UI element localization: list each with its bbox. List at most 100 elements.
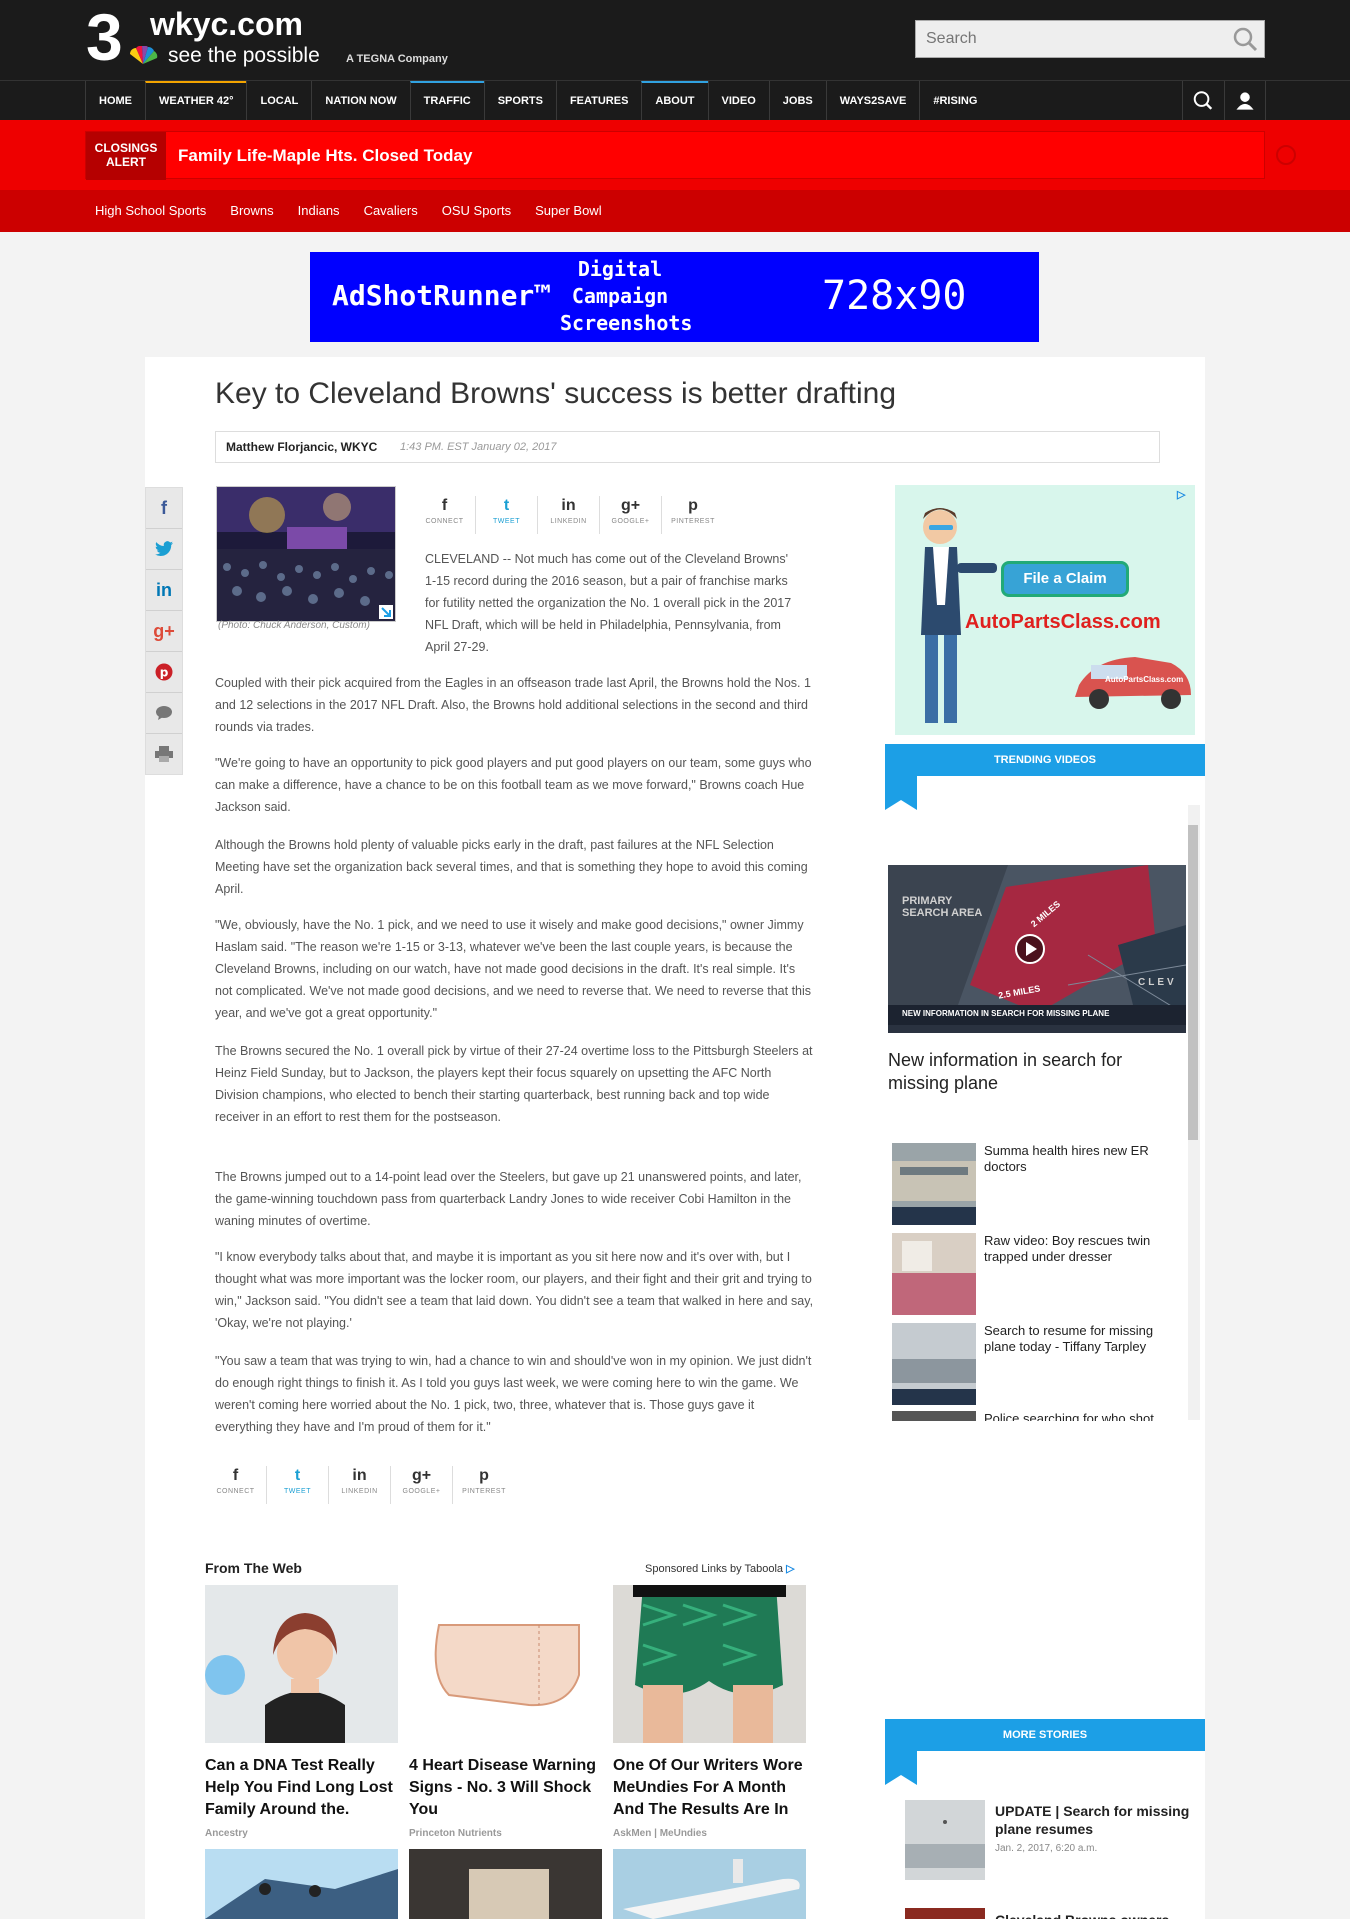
subnav-item-indians[interactable]: Indians: [286, 190, 352, 232]
alert-badge-line2: ALERT: [106, 155, 146, 169]
site-header: 3 wkyc.com see the possible A TEGNA Comp…: [0, 0, 1350, 80]
trending-scrollbar[interactable]: [1188, 805, 1200, 1420]
nav-item-ways2save[interactable]: WAYS2SAVE: [825, 81, 920, 121]
share-twitter-button[interactable]: t TWEET: [476, 496, 538, 534]
ad-text: Digital Campaign Screenshots: [560, 256, 693, 337]
ad-line-2: Campaign: [571, 284, 669, 308]
search-input[interactable]: [920, 23, 1220, 55]
featured-video-title[interactable]: New information in search for missing pl…: [888, 1049, 1188, 1095]
trending-video-item[interactable]: Summa health hires new ER doctors: [892, 1143, 1187, 1225]
sponsored-card[interactable]: [613, 1849, 806, 1919]
featured-video[interactable]: PRIMARY SEARCH AREA 2 MILES 2.5 MILES CL…: [888, 865, 1186, 1033]
story-date: Jan. 2, 2017, 6:20 a.m.: [995, 1843, 1098, 1854]
share-linkedin-button[interactable]: in LINKEDIN: [329, 1466, 391, 1504]
nav-item-rising[interactable]: #RISING: [919, 81, 990, 121]
twitter-icon: t: [294, 1467, 301, 1484]
logo-site-name[interactable]: wkyc.com: [150, 6, 303, 42]
subnav-item-browns[interactable]: Browns: [218, 190, 285, 232]
story-item[interactable]: UPDATE | Search for missing plane resume…: [905, 1800, 1195, 1882]
trending-videos-header: TRENDING VIDEOS: [885, 744, 1205, 776]
ad-line-1: Digital: [577, 257, 663, 281]
nav-item-about[interactable]: ABOUT: [641, 81, 708, 121]
sponsored-card-source: Princeton Nutrients: [409, 1828, 502, 1839]
alert-close-icon[interactable]: [1276, 145, 1296, 165]
closings-alert[interactable]: CLOSINGS ALERT Family Life-Maple Hts. Cl…: [85, 131, 1265, 180]
byline-author[interactable]: Matthew Florjancic, WKYC: [226, 432, 377, 462]
rail-comment-icon[interactable]: [146, 693, 182, 734]
photo-credit: (Photo: Chuck Anderson, Custom): [218, 620, 370, 631]
adchoices-icon[interactable]: ▷: [1177, 487, 1193, 503]
share-rail: f in g+ p: [145, 487, 183, 775]
leaderboard-ad[interactable]: AdShotRunner™ Digital Campaign Screensho…: [310, 252, 1039, 342]
subnav-item-super-bowl[interactable]: Super Bowl: [523, 190, 613, 232]
article-paragraph: The Browns jumped out to a 14-point lead…: [215, 1170, 802, 1228]
ad-line-3: Screenshots: [560, 311, 693, 335]
trending-scrollbar-thumb[interactable]: [1188, 825, 1198, 1140]
nav-item-home[interactable]: HOME: [85, 81, 145, 121]
share-pinterest-button[interactable]: p PINTEREST: [662, 496, 724, 534]
rail-print-icon[interactable]: [146, 734, 182, 775]
user-icon[interactable]: [1224, 81, 1266, 121]
share-bar-bottom: f CONNECT t TWEET in LINKEDIN g+ GOOGLE+ p PI…: [205, 1466, 515, 1504]
sponsored-card-image: [613, 1849, 806, 1919]
rail-googleplus-icon[interactable]: g+: [146, 611, 182, 652]
from-the-web-title: From The Web: [205, 1560, 302, 1576]
share-facebook-button[interactable]: f CONNECT: [414, 496, 476, 534]
nav-item-sports[interactable]: SPORTS: [483, 81, 556, 121]
facebook-icon: f: [232, 1467, 239, 1484]
sponsored-card-title: Can a DNA Test Really Help You Find Long…: [205, 1757, 393, 1818]
sponsored-card-image: [409, 1849, 602, 1919]
trending-video-item[interactable]: Police searching for who shot: [892, 1411, 1187, 1421]
story-thumbnail: [905, 1800, 985, 1880]
rail-pinterest-icon[interactable]: p: [146, 652, 182, 693]
story-thumbnail: [905, 1908, 985, 1919]
share-googleplus-button[interactable]: g+ GOOGLE+: [600, 496, 662, 534]
subnav-item-osu-sports[interactable]: OSU Sports: [430, 190, 523, 232]
nav-item-nation-now[interactable]: NATION NOW: [311, 81, 409, 121]
alert-text[interactable]: Family Life-Maple Hts. Closed Today: [178, 132, 472, 180]
subnav-item-high-school-sports[interactable]: High School Sports: [83, 190, 218, 232]
sponsored-card-image: [205, 1849, 398, 1919]
sidebar-ad[interactable]: File a Claim AutoPartsClass.com AutoPart…: [895, 485, 1195, 735]
nav-search-icon[interactable]: [1182, 81, 1224, 121]
nav-item-video[interactable]: VIDEO: [707, 81, 769, 121]
sponsored-card-source: Ancestry: [205, 1828, 248, 1839]
nav-item-features[interactable]: FEATURES: [555, 81, 641, 121]
share-googleplus-button[interactable]: g+ GOOGLE+: [391, 1466, 453, 1504]
share-pinterest-button[interactable]: p PINTEREST: [453, 1466, 515, 1504]
rail-linkedin-icon[interactable]: in: [146, 570, 182, 611]
ad-brand: AdShotRunner™: [332, 279, 552, 312]
sponsored-card[interactable]: [205, 1849, 398, 1919]
article-paragraph: Coupled with their pick acquired from th…: [215, 676, 811, 734]
subnav-item-cavaliers[interactable]: Cavaliers: [352, 190, 430, 232]
play-icon[interactable]: [1014, 933, 1046, 965]
share-facebook-button[interactable]: f CONNECT: [205, 1466, 267, 1504]
draft-stage-photo: [217, 487, 395, 621]
article-paragraph: CLEVELAND -- Not much has come out of th…: [425, 552, 792, 654]
trending-video-title: Police searching for who shot: [984, 1411, 1154, 1421]
rail-twitter-icon[interactable]: [146, 529, 182, 570]
share-twitter-button[interactable]: t TWEET: [267, 1466, 329, 1504]
trending-video-thumbnail: [892, 1411, 976, 1421]
trending-video-item[interactable]: Raw video: Boy rescues twin trapped unde…: [892, 1233, 1187, 1315]
video-map-city: CLEV: [1138, 977, 1177, 988]
article-paragraph: "You saw a team that was trying to win, …: [215, 1354, 812, 1434]
nav-item-local[interactable]: LOCAL: [246, 81, 311, 121]
nav-item-jobs[interactable]: JOBS: [768, 81, 826, 121]
ad-domain[interactable]: AutoPartsClass.com: [965, 609, 1161, 635]
file-claim-button[interactable]: File a Claim: [1001, 561, 1129, 597]
rail-facebook-icon[interactable]: f: [146, 488, 182, 529]
trending-video-item[interactable]: Search to resume for missing plane today…: [892, 1323, 1187, 1405]
story-item[interactable]: Cleveland Browns owners: [905, 1908, 1195, 1919]
video-lower-third: NEW INFORMATION IN SEARCH FOR MISSING PL…: [902, 1009, 1110, 1018]
sponsored-card[interactable]: [409, 1849, 602, 1919]
taboola-sponsor[interactable]: Sponsored Links by Taboola ▷: [645, 1561, 795, 1577]
logo-channel-number[interactable]: 3: [86, 4, 123, 70]
share-linkedin-button[interactable]: in LINKEDIN: [538, 496, 600, 534]
trending-video-thumbnail: [892, 1233, 976, 1315]
nav-item-traffic[interactable]: TRAFFIC: [409, 81, 484, 121]
nav-item-weather[interactable]: WEATHER 42°: [145, 81, 247, 121]
main-nav: HOME WEATHER 42° LOCAL NATION NOW TRAFFI…: [0, 80, 1350, 121]
search-icon[interactable]: [1232, 26, 1258, 52]
article-photo[interactable]: [216, 486, 396, 622]
